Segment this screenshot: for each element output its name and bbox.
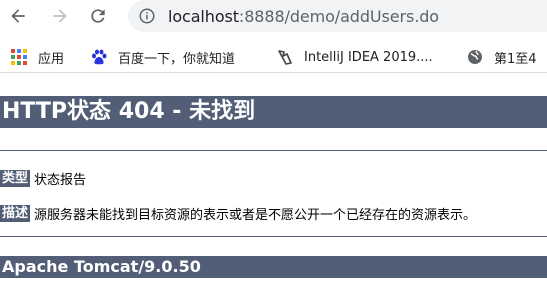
page-title: HTTP状态 404 - 未找到 xyxy=(0,96,547,128)
url-host: localhost xyxy=(168,6,239,26)
bookmark-label: IntelliJ IDEA 2019.... xyxy=(304,49,433,65)
info-icon[interactable] xyxy=(138,7,156,25)
type-row: 类型 状态报告 xyxy=(0,169,87,188)
forward-button[interactable] xyxy=(46,2,74,30)
bookmark-apps[interactable]: 应用 xyxy=(10,46,64,68)
apps-grid-icon xyxy=(10,48,28,66)
server-footer: Apache Tomcat/9.0.50 xyxy=(0,256,547,278)
bookmark-label: 第1至4 xyxy=(494,51,537,67)
url-text: localhost:8888/demo/addUsers.do xyxy=(168,7,439,26)
toolbar-divider xyxy=(0,72,547,73)
globe-icon xyxy=(466,48,484,66)
type-value: 状态报告 xyxy=(34,172,87,188)
bookmark-intellij[interactable]: IntelliJ IDEA 2019.... xyxy=(276,46,433,68)
arrow-left-icon xyxy=(11,9,25,23)
arrow-right-icon xyxy=(53,9,67,23)
divider xyxy=(0,236,547,237)
baidu-paw-icon xyxy=(90,48,108,66)
bookmarks-bar: 应用 百度一下，你就知道 IntelliJ IDEA 2019.... 第1至4 xyxy=(0,40,547,72)
intellij-icon xyxy=(276,48,294,66)
browser-toolbar: localhost:8888/demo/addUsers.do xyxy=(0,0,547,32)
description-value: 源服务器未能找到目标资源的表示或者是不愿公开一个已经存在的资源表示。 xyxy=(34,207,477,223)
reload-button[interactable] xyxy=(84,2,112,30)
address-bar[interactable]: localhost:8888/demo/addUsers.do xyxy=(128,0,547,32)
description-label: 描述 xyxy=(0,204,31,222)
description-row: 描述 源服务器未能找到目标资源的表示或者是不愿公开一个已经存在的资源表示。 xyxy=(0,204,477,223)
back-button[interactable] xyxy=(4,2,32,30)
type-label: 类型 xyxy=(0,169,31,187)
bookmark-globe[interactable]: 第1至4 xyxy=(466,46,537,68)
bookmark-label: 应用 xyxy=(38,51,65,67)
bookmark-baidu[interactable]: 百度一下，你就知道 xyxy=(90,46,235,68)
url-path: :8888/demo/addUsers.do xyxy=(238,6,439,26)
divider xyxy=(0,150,547,151)
reload-icon xyxy=(91,9,105,23)
bookmark-label: 百度一下，你就知道 xyxy=(118,51,236,67)
